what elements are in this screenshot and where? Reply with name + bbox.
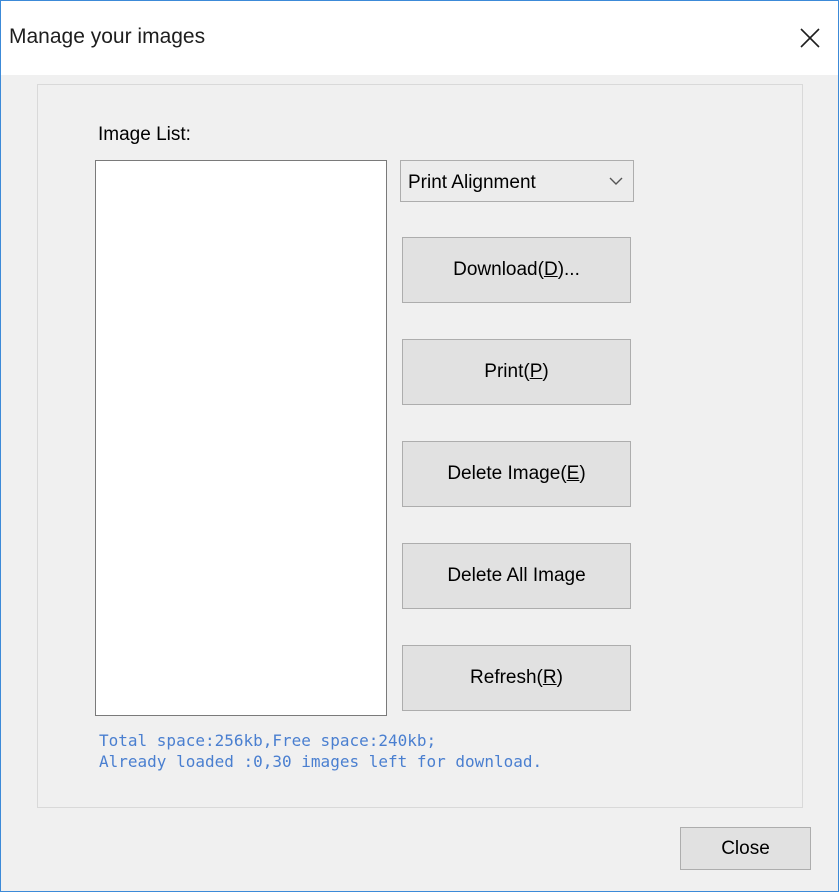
download-button[interactable]: Download(D)... [402, 237, 631, 303]
storage-status-text: Total space:256kb,Free space:240kb; [99, 731, 437, 750]
close-window-button[interactable] [782, 1, 838, 75]
chevron-down-icon [609, 177, 623, 185]
title-bar: Manage your images [1, 1, 838, 75]
close-button[interactable]: Close [680, 827, 811, 870]
refresh-button[interactable]: Refresh(R) [402, 645, 631, 711]
download-status-text: Already loaded :0,30 images left for dow… [99, 752, 543, 771]
dialog-window: Manage your images Image List: Print Ali… [0, 0, 839, 892]
delete-image-button[interactable]: Delete Image(E) [402, 441, 631, 507]
delete-all-image-button-label: Delete All Image [447, 565, 586, 586]
download-button-label: Download(D)... [453, 259, 580, 280]
print-button[interactable]: Print(P) [402, 339, 631, 405]
close-button-label: Close [721, 837, 770, 859]
close-icon [800, 28, 820, 48]
window-title: Manage your images [9, 25, 206, 48]
delete-image-button-label: Delete Image(E) [447, 463, 586, 484]
delete-all-image-button[interactable]: Delete All Image [402, 543, 631, 609]
alignment-dropdown[interactable]: Print Alignment [400, 160, 634, 202]
alignment-dropdown-value: Print Alignment [408, 172, 536, 193]
image-listbox[interactable] [95, 160, 387, 716]
print-button-label: Print(P) [484, 361, 549, 382]
refresh-button-label: Refresh(R) [470, 667, 563, 688]
image-list-label: Image List: [98, 124, 191, 145]
